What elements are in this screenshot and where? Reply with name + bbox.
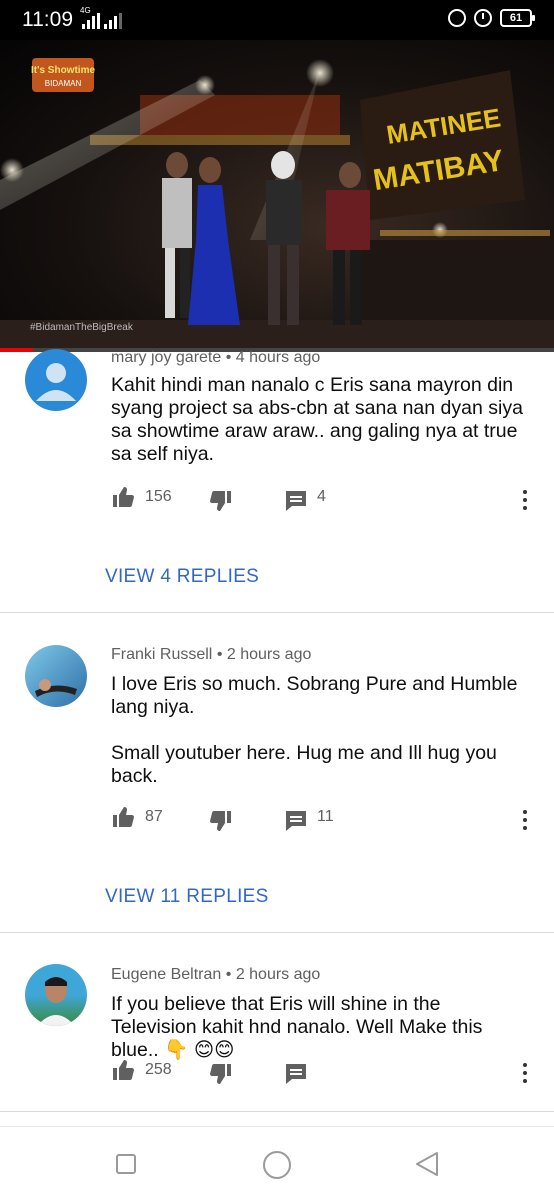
avatar[interactable] — [25, 349, 87, 411]
avatar[interactable] — [25, 964, 87, 1026]
thumbs-down-icon — [210, 811, 231, 831]
signal-icon — [104, 13, 122, 29]
dislike-button[interactable] — [209, 490, 233, 512]
system-nav-bar — [0, 1126, 554, 1200]
divider — [0, 612, 554, 613]
performer-1 — [162, 152, 192, 318]
home-button[interactable] — [262, 1150, 292, 1185]
comment-author[interactable]: mary joy garete — [111, 349, 221, 366]
svg-text:It's Showtime: It's Showtime — [31, 65, 95, 76]
comment-meta: mary joy garete • 4 hours ago — [111, 349, 321, 366]
comment-time: 2 hours ago — [226, 646, 312, 663]
dislike-button[interactable] — [209, 810, 233, 832]
dislike-button[interactable] — [209, 1063, 233, 1085]
comment-time: 4 hours ago — [235, 349, 321, 366]
comment-actions: 87 11 — [111, 806, 541, 836]
comment-meta: Franki Russell • 2 hours ago — [111, 646, 312, 663]
user-photo-icon — [37, 977, 75, 1026]
like-count: 258 — [145, 1061, 172, 1078]
svg-text:BIDAMAN: BIDAMAN — [45, 79, 82, 88]
battery-icon: 61 — [500, 9, 535, 27]
signal-icon — [82, 13, 100, 29]
more-options-icon[interactable] — [521, 490, 529, 514]
performer-3 — [266, 151, 302, 325]
thumbs-down-icon — [210, 491, 231, 511]
circle-icon — [263, 1151, 291, 1179]
comment-actions: 258 — [111, 1059, 541, 1089]
comment-meta: Eugene Beltran • 2 hours ago — [111, 966, 321, 983]
more-options-icon[interactable] — [521, 810, 529, 834]
comment-text: Kahit hindi man nanalo c Eris sana mayro… — [111, 374, 523, 465]
thumbs-up-icon — [113, 487, 134, 507]
back-button[interactable] — [413, 1150, 441, 1183]
comment-icon — [286, 811, 306, 831]
comment-text: I love Eris so much. Sobrang Pure and Hu… — [111, 673, 518, 787]
like-button[interactable]: 258 — [111, 1059, 172, 1081]
status-bar: 11:09 4G 61 — [0, 0, 554, 40]
reply-count: 11 — [317, 808, 334, 825]
thumbs-up-icon — [113, 1060, 134, 1080]
performer-2 — [188, 157, 240, 325]
default-avatar-icon — [36, 363, 76, 401]
comment-text: If you believe that Eris will shine in t… — [111, 993, 483, 1061]
video-progress-fill — [0, 348, 34, 352]
comment-author[interactable]: Eugene Beltran — [111, 966, 221, 983]
video-frame: MATINEE MATIBAY It's Showtime BIDAMAN #B… — [0, 58, 554, 350]
recents-button[interactable] — [115, 1153, 137, 1180]
comment-icon — [286, 491, 306, 511]
divider — [0, 932, 554, 933]
lock-rotation-icon — [448, 9, 466, 27]
like-button[interactable]: 87 — [111, 806, 163, 828]
status-time: 11:09 — [22, 8, 73, 31]
more-options-icon[interactable] — [521, 1063, 529, 1087]
reply-button[interactable]: 11 — [285, 808, 334, 832]
view-replies-link[interactable]: VIEW 11 REPLIES — [105, 886, 269, 908]
back-triangle-icon — [416, 1152, 438, 1176]
thumbs-down-icon — [210, 1064, 231, 1084]
user-photo-icon — [35, 679, 77, 697]
comment-time: 2 hours ago — [235, 966, 321, 983]
like-count: 156 — [145, 488, 172, 505]
view-replies-link[interactable]: VIEW 4 REPLIES — [105, 566, 259, 588]
reply-button[interactable]: 4 — [285, 488, 326, 512]
alarm-icon — [474, 9, 492, 27]
avatar[interactable] — [25, 645, 87, 707]
hashtag: #BidamanTheBigBreak — [30, 322, 134, 333]
comment-actions: 156 4 — [111, 486, 541, 516]
comment-author[interactable]: Franki Russell — [111, 646, 212, 663]
like-count: 87 — [145, 808, 163, 825]
channel-logo: It's Showtime BIDAMAN — [31, 58, 95, 92]
video-player[interactable]: MATINEE MATIBAY It's Showtime BIDAMAN #B… — [0, 40, 554, 350]
comment-icon — [286, 1064, 306, 1084]
like-button[interactable]: 156 — [111, 486, 172, 508]
divider — [0, 1111, 554, 1112]
thumbs-up-icon — [113, 807, 134, 827]
reply-count: 4 — [317, 488, 326, 505]
square-icon — [116, 1154, 136, 1174]
reply-button[interactable] — [285, 1063, 307, 1085]
